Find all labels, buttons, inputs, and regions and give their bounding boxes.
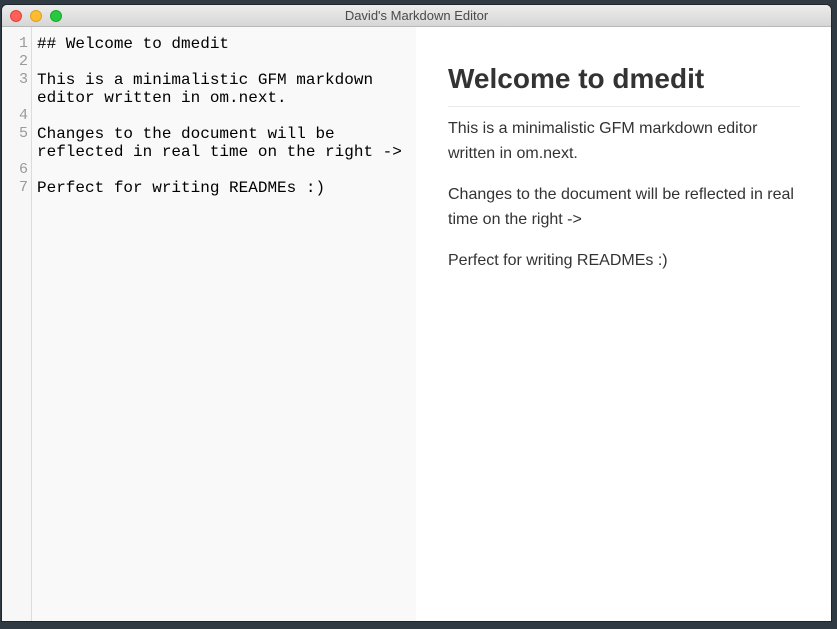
code-text-area[interactable]: ## Welcome to dmedit This is a minimalis… — [37, 35, 413, 197]
preview-paragraph: This is a minimalistic GFM markdown edit… — [448, 120, 758, 162]
line-number: 5 — [18, 125, 28, 142]
line-number: 7 — [18, 179, 28, 196]
preview-paragraph: Changes to the document will be reflecte… — [448, 186, 794, 228]
markdown-preview: Welcome to dmedit This is a minimalistic… — [416, 27, 831, 621]
code-line[interactable] — [37, 53, 413, 71]
line-number: 1 — [18, 35, 28, 52]
code-line[interactable] — [37, 107, 413, 125]
line-number-gutter: 1 2 3 4 5 6 7 — [2, 27, 32, 621]
code-line[interactable]: reflected in real time on the right -> — [37, 143, 413, 161]
line-number: 2 — [18, 53, 28, 70]
preview-paragraph: Perfect for writing READMEs :) — [448, 252, 668, 269]
code-line[interactable] — [37, 161, 413, 179]
markdown-editor[interactable]: 1 2 3 4 5 6 7 ## Welcome to dmedit This … — [2, 27, 416, 621]
code-line[interactable]: Perfect for writing READMEs :) — [37, 179, 413, 197]
line-number — [2, 143, 31, 161]
line-number — [2, 89, 31, 107]
title-bar[interactable]: David's Markdown Editor — [2, 5, 831, 27]
app-window: David's Markdown Editor 1 2 3 4 5 6 7 ##… — [2, 5, 831, 621]
line-number: 4 — [18, 107, 28, 124]
code-line[interactable]: Changes to the document will be — [37, 125, 413, 143]
code-line[interactable]: This is a minimalistic GFM markdown — [37, 71, 413, 89]
window-title: David's Markdown Editor — [344, 8, 489, 23]
line-number: 3 — [18, 71, 28, 88]
code-line[interactable]: editor written in om.next. — [37, 89, 413, 107]
code-line[interactable]: ## Welcome to dmedit — [37, 35, 413, 53]
preview-heading: Welcome to dmedit — [448, 62, 800, 107]
line-number: 6 — [18, 161, 28, 178]
